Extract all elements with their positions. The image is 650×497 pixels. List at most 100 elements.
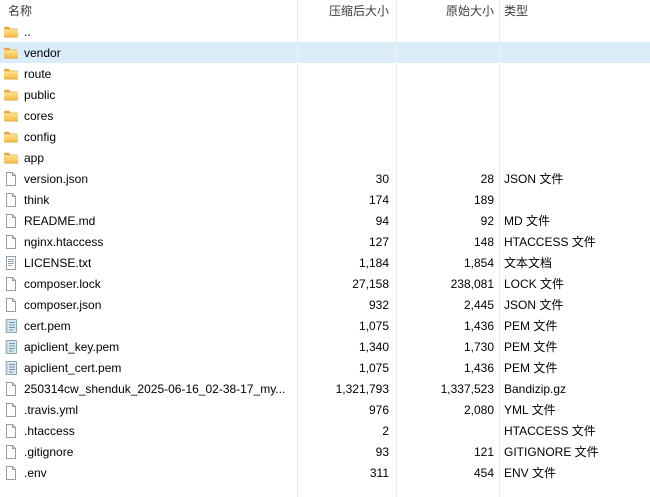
compressed-size-value: 1,075 [298,357,397,378]
text-file-icon [3,255,19,271]
column-header-compressed-size[interactable]: 压缩后大小 [298,0,397,21]
file-name: .htaccess [24,424,75,438]
compressed-size-value [298,63,397,84]
table-row[interactable]: README.md 94 92 MD 文件 [0,210,650,231]
file-type-value [500,21,650,42]
original-size-value: 1,436 [397,357,500,378]
file-type-value: HTACCESS 文件 [500,420,650,441]
file-type-value: Bandizip.gz [500,378,650,399]
file-type-value: PEM 文件 [500,336,650,357]
compressed-size-value [298,21,397,42]
file-icon [3,192,19,208]
file-type-value [500,84,650,105]
file-type-value: MD 文件 [500,210,650,231]
table-row[interactable]: .travis.yml 976 2,080 YML 文件 [0,399,650,420]
compressed-size-value: 174 [298,189,397,210]
original-size-value [397,126,500,147]
file-icon [3,276,19,292]
table-row[interactable]: cert.pem 1,075 1,436 PEM 文件 [0,315,650,336]
file-name: app [24,151,44,165]
compressed-size-value [298,147,397,168]
original-size-value [397,84,500,105]
table-row[interactable]: 250314cw_shenduk_2025-06-16_02-38-17_my.… [0,378,650,399]
original-size-value: 92 [397,210,500,231]
table-row[interactable]: cores [0,105,650,126]
file-name: route [24,67,51,81]
column-header-row: 名称 压缩后大小 原始大小 类型 [0,0,650,21]
pem-file-icon [3,339,19,355]
column-header-type[interactable]: 类型 [500,0,650,21]
pem-file-icon [3,318,19,334]
table-row[interactable]: app [0,147,650,168]
folder-icon [3,129,19,145]
table-row[interactable]: think 174 189 [0,189,650,210]
column-header-name-label: 名称 [8,2,32,19]
folder-icon [3,150,19,166]
column-header-compressed-size-label: 压缩后大小 [329,2,389,19]
original-size-value: 1,337,523 [397,378,500,399]
original-size-value: 238,081 [397,273,500,294]
file-name: cores [24,109,53,123]
compressed-size-value [298,42,397,63]
table-row[interactable]: apiclient_cert.pem 1,075 1,436 PEM 文件 [0,357,650,378]
file-type-value: GITIGNORE 文件 [500,441,650,462]
original-size-value: 1,436 [397,315,500,336]
file-type-value: JSON 文件 [500,168,650,189]
original-size-value: 148 [397,231,500,252]
table-row[interactable]: .. [0,21,650,42]
original-size-value: 1,854 [397,252,500,273]
table-row[interactable]: nginx.htaccess 127 148 HTACCESS 文件 [0,231,650,252]
original-size-value [397,420,500,441]
compressed-size-value: 127 [298,231,397,252]
column-header-original-size-label: 原始大小 [446,2,494,19]
original-size-value: 189 [397,189,500,210]
file-icon [3,423,19,439]
table-row[interactable]: apiclient_key.pem 1,340 1,730 PEM 文件 [0,336,650,357]
original-size-value [397,42,500,63]
table-row[interactable]: route [0,63,650,84]
compressed-size-value: 30 [298,168,397,189]
file-icon [3,171,19,187]
file-icon [3,297,19,313]
table-row[interactable]: .env 311 454 ENV 文件 [0,462,650,483]
file-name: config [24,130,56,144]
table-row[interactable]: config [0,126,650,147]
file-name: .env [24,466,47,480]
file-type-value: PEM 文件 [500,315,650,336]
file-name: public [24,88,55,102]
column-header-original-size[interactable]: 原始大小 [397,0,500,21]
file-type-value: LOCK 文件 [500,273,650,294]
table-row[interactable]: LICENSE.txt 1,184 1,854 文本文档 [0,252,650,273]
column-header-name[interactable]: 名称 [0,0,298,21]
table-row[interactable]: .gitignore 93 121 GITIGNORE 文件 [0,441,650,462]
file-type-value: YML 文件 [500,399,650,420]
file-name: 250314cw_shenduk_2025-06-16_02-38-17_my.… [24,382,285,396]
compressed-size-value [298,84,397,105]
original-size-value: 1,730 [397,336,500,357]
compressed-size-value [298,126,397,147]
table-row[interactable]: version.json 30 28 JSON 文件 [0,168,650,189]
table-row[interactable]: public [0,84,650,105]
file-icon [3,444,19,460]
file-type-value [500,189,650,210]
file-name: composer.json [24,298,101,312]
file-name: README.md [24,214,95,228]
table-row[interactable]: .htaccess 2 HTACCESS 文件 [0,420,650,441]
folder-icon [3,45,19,61]
compressed-size-value: 1,340 [298,336,397,357]
file-type-value: PEM 文件 [500,357,650,378]
compressed-size-value: 932 [298,294,397,315]
compressed-size-value: 311 [298,462,397,483]
original-size-value: 454 [397,462,500,483]
file-type-value: HTACCESS 文件 [500,231,650,252]
file-type-value [500,126,650,147]
file-name: cert.pem [24,319,71,333]
file-icon [3,213,19,229]
file-name: nginx.htaccess [24,235,103,249]
table-row[interactable]: composer.json 932 2,445 JSON 文件 [0,294,650,315]
original-size-value: 2,445 [397,294,500,315]
file-name: version.json [24,172,88,186]
table-row[interactable]: composer.lock 27,158 238,081 LOCK 文件 [0,273,650,294]
table-row[interactable]: vendor [0,42,650,63]
file-name: vendor [24,46,61,60]
